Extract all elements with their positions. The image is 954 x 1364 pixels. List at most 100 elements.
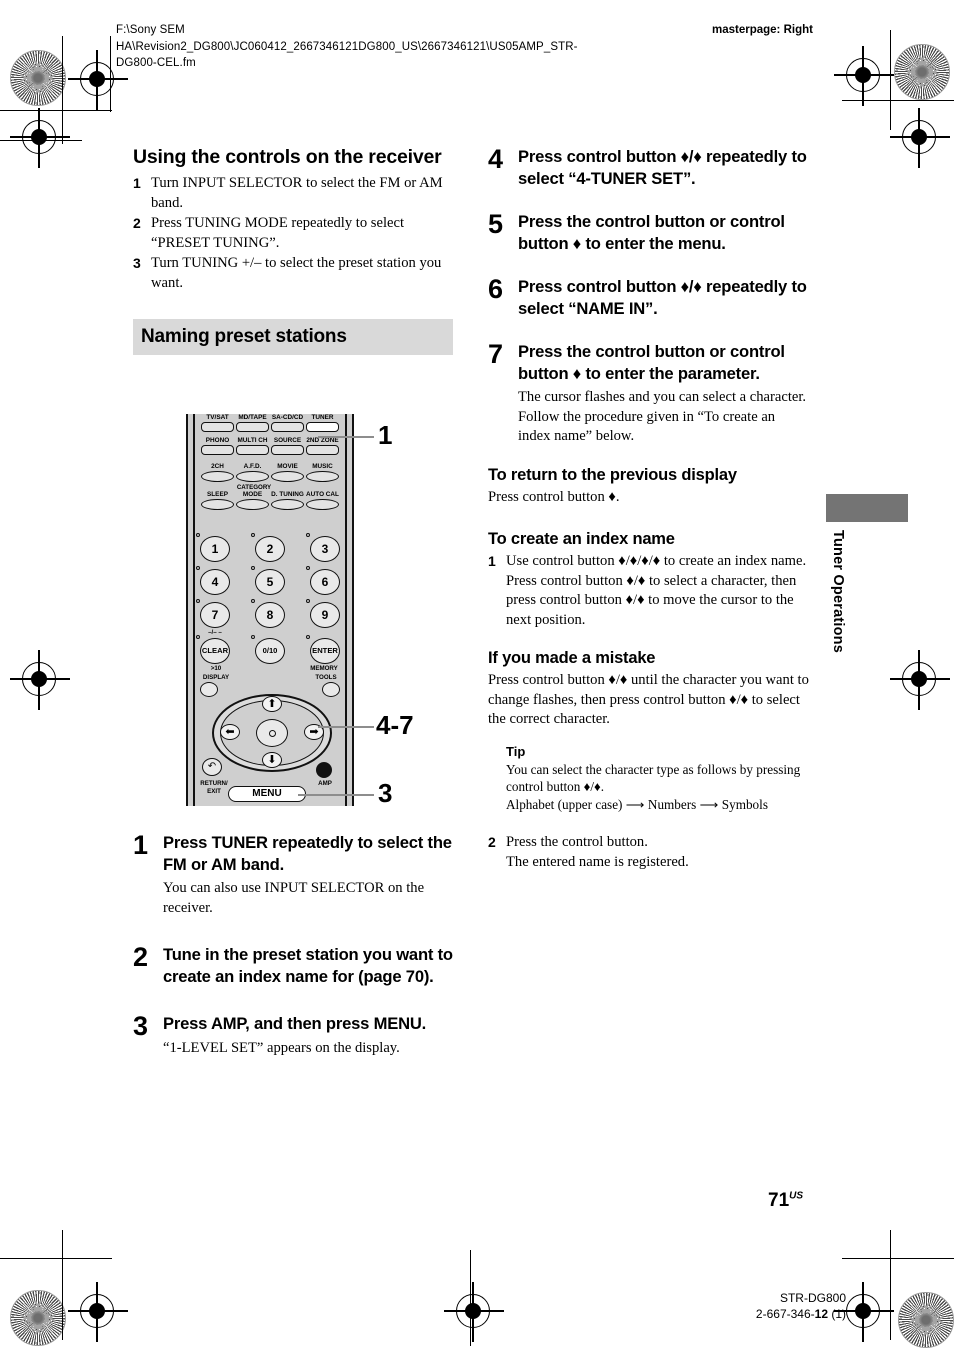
remote-row1-buttons — [200, 422, 340, 432]
step-number: 5 — [488, 209, 504, 239]
remote-button-2ch[interactable] — [201, 471, 234, 482]
arrow-down-icon[interactable]: ⬇ — [262, 752, 282, 768]
step-heading: Press control button ♦/♦ repeatedly to s… — [518, 277, 807, 318]
remote-button-afd[interactable] — [236, 471, 269, 482]
big-step-7: 7 Press the control button or control bu… — [488, 341, 810, 447]
remote-label-tuner: TUNER — [311, 414, 334, 421]
big-step-1: 1 Press TUNER repeatedly to select the F… — [133, 832, 453, 918]
remote-button-category-mode[interactable] — [236, 499, 269, 510]
remote-label-return: RETURN/ — [200, 780, 228, 787]
remote-button-dtuning[interactable] — [271, 499, 304, 510]
keypad-key-9[interactable]: 9 — [306, 599, 340, 628]
keypad-key-clear[interactable]: CLEAR — [196, 635, 230, 664]
registration-star-bottom-left — [10, 1290, 66, 1346]
file-path-header: F:\Sony SEM HA\Revision2_DG800\JC060412_… — [116, 24, 578, 69]
keypad-key-1[interactable]: 1 — [196, 533, 230, 562]
remote-row4-buttons — [200, 499, 340, 510]
remote-label-tvsat: TV/SAT — [206, 414, 229, 421]
footer-model-name: STR-DG800 — [779, 1291, 846, 1305]
remote-keypad: 1 2 3 4 5 6 7 8 9 –/– – CLEAR 0/10 ENTER… — [196, 533, 340, 704]
step-text: Press TUNING MODE repeatedly to select “… — [151, 215, 405, 251]
footer-model-info: STR-DG800 2-667-346-12 (1) — [634, 1290, 846, 1322]
keypad-key-zero[interactable]: 0/10 — [251, 635, 285, 664]
keypad-row-4: –/– – CLEAR 0/10 ENTER >10 MEMORY — [196, 629, 340, 672]
remote-button-mdtape[interactable] — [236, 422, 269, 432]
keypad-key-7[interactable]: 7 — [196, 599, 230, 628]
heading-if-you-made-a-mistake: If you made a mistake — [488, 649, 656, 667]
keypad-key-2[interactable]: 2 — [251, 533, 285, 562]
remote-row3-labels: 2CH A.F.D. MOVIE MUSIC — [200, 463, 340, 471]
remote-button-source[interactable] — [271, 445, 304, 455]
remote-button-menu[interactable]: MENU — [228, 786, 306, 802]
remote-label-memory: MEMORY — [310, 665, 338, 672]
keypad-key-4[interactable]: 4 — [196, 566, 230, 595]
callout-number-4-7: 4-7 — [376, 710, 414, 740]
remote-row4-labels: SLEEP MODE D. TUNING AUTO CAL — [200, 491, 340, 499]
remote-button-area: TV/SAT MD/TAPE SA-CD/CD TUNER PHONO MULT… — [200, 414, 340, 510]
keypad-key-3[interactable]: 3 — [306, 533, 340, 562]
keypad-key-8[interactable]: 8 — [251, 599, 285, 628]
create-step1-line1: Use control button ♦/♦/♦/♦ to create an … — [506, 553, 807, 569]
step-number: 4 — [488, 144, 504, 174]
side-tab-block — [826, 494, 908, 522]
keypad-key-enter[interactable]: ENTER — [306, 635, 340, 664]
footer-part-number: 2-667-346-12 (1) — [755, 1307, 846, 1321]
step-note: The cursor flashes and you can select a … — [518, 389, 807, 444]
section-heading-naming-preset-stations: Naming preset stations — [133, 319, 453, 355]
registration-mark-top-right — [834, 46, 894, 106]
step-text: Turn TUNING +/– to select the preset sta… — [151, 255, 442, 291]
remote-row1-labels: TV/SAT MD/TAPE SA-CD/CD TUNER — [200, 414, 340, 422]
remote-button-sleep[interactable] — [201, 499, 234, 510]
tip-line-1: You can select the character type as fol… — [506, 761, 801, 795]
step-number: 6 — [488, 274, 504, 304]
registration-mark-top-left — [68, 50, 128, 110]
step-number: 1 — [488, 553, 496, 569]
remote-button-multich[interactable] — [236, 445, 269, 455]
remote-button-music[interactable] — [306, 471, 339, 482]
step-heading: Press the control button or control butt… — [518, 212, 785, 253]
remote-button-autocal[interactable] — [306, 499, 339, 510]
remote-row3-buttons — [200, 471, 340, 482]
keypad-key-6[interactable]: 6 — [306, 566, 340, 595]
step-heading: Press AMP, and then press MENU. — [163, 1014, 427, 1033]
remote-button-amp[interactable] — [316, 762, 332, 778]
remote-button-sacdcd[interactable] — [271, 422, 304, 432]
control-button-center[interactable] — [256, 719, 288, 747]
registration-mark-right-lower — [890, 650, 950, 710]
keypad-row-1: 1 2 3 — [196, 533, 340, 562]
callout-number-1: 1 — [378, 420, 393, 450]
remote-button-phono[interactable] — [201, 445, 234, 455]
create-index-step-2: 2 Press the control button. The entered … — [488, 833, 810, 872]
return-exit-icon[interactable]: ↶ — [202, 758, 222, 776]
callout-leader-3 — [298, 794, 374, 796]
crop-line-top-left-v2 — [110, 36, 112, 112]
arrow-left-icon[interactable]: ⬅ — [220, 724, 240, 740]
remote-control-illustration: TV/SAT MD/TAPE SA-CD/CD TUNER PHONO MULT… — [186, 414, 436, 819]
step-heading: Tune in the preset station you want to c… — [163, 945, 453, 986]
remote-button-2ndzone[interactable] — [306, 445, 339, 455]
step-note: You can also use INPUT SELECTOR on the r… — [163, 880, 425, 916]
create-step1-line2: Press control button ♦/♦ to select a cha… — [506, 572, 797, 628]
heading-tip: Tip — [506, 743, 526, 759]
remote-label-source: SOURCE — [273, 437, 302, 444]
remote-label-movie: MOVIE — [277, 463, 298, 470]
using-controls-steps: 1 Turn INPUT SELECTOR to select the FM o… — [133, 174, 453, 293]
section-heading-using-controls: Using the controls on the receiver — [133, 146, 442, 168]
remote-label-mdtape: MD/TAPE — [238, 414, 267, 421]
remote-button-tvsat[interactable] — [201, 422, 234, 432]
crop-line-top-left-v — [62, 36, 64, 144]
big-step-6: 6 Press control button ♦/♦ repeatedly to… — [488, 276, 810, 319]
crop-line-bottom-right-v — [890, 1230, 892, 1340]
big-step-5: 5 Press the control button or control bu… — [488, 211, 810, 254]
tip-line-2: Alphabet (upper case) ⟶ Numbers ⟶ Symbol… — [506, 796, 768, 812]
remote-label-music: MUSIC — [312, 463, 333, 470]
remote-button-movie[interactable] — [271, 471, 304, 482]
keypad-key-5[interactable]: 5 — [251, 566, 285, 595]
step-heading: Press the control button or control butt… — [518, 342, 785, 383]
step-number: 3 — [133, 255, 141, 271]
remote-label-multich: MULTI CH — [237, 437, 268, 444]
arrow-up-icon[interactable]: ⬆ — [262, 696, 282, 712]
masterpage-label: masterpage: Right — [712, 24, 813, 36]
remote-row2-buttons — [200, 445, 340, 455]
remote-button-tuner[interactable] — [306, 422, 339, 432]
